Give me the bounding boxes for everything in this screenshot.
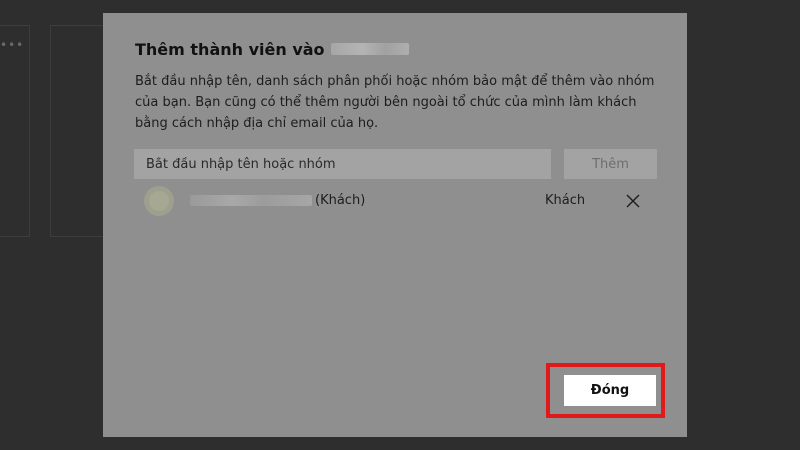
dialog-title-text: Thêm thành viên vào	[135, 40, 325, 59]
search-input[interactable]	[134, 149, 551, 179]
close-button[interactable]: Đóng	[564, 375, 656, 406]
background-panel	[50, 25, 105, 237]
remove-member-button[interactable]	[622, 190, 644, 212]
screen-background: ••• Thêm thành viên vào Bắt đầu nhập tên…	[0, 0, 800, 450]
member-guest-tag: (Khách)	[315, 193, 366, 208]
dialog-title: Thêm thành viên vào	[135, 40, 409, 59]
close-icon	[626, 194, 640, 208]
background-panel	[0, 25, 30, 237]
member-role[interactable]: Khách	[545, 193, 585, 208]
member-row: (Khách) Khách	[135, 185, 657, 217]
add-button[interactable]: Thêm	[564, 149, 657, 179]
dialog-description: Bắt đầu nhập tên, danh sách phân phối ho…	[135, 74, 655, 131]
avatar	[144, 186, 174, 216]
redacted-member-name	[190, 195, 312, 206]
background-dots: •••	[0, 38, 25, 52]
redacted-team-name	[330, 42, 409, 55]
